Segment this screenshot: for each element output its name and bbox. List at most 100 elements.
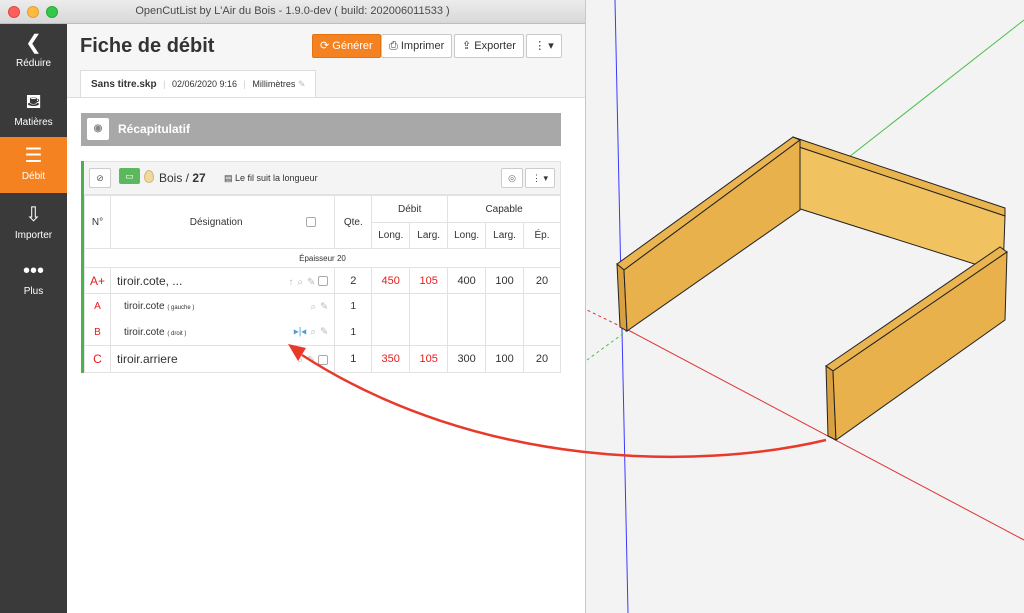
sidebar-item-label: Matières (14, 117, 53, 128)
edit-icon[interactable]: ✎ (307, 355, 315, 366)
import-icon: ⇩ (25, 204, 42, 226)
edit-icon[interactable]: ✎ (307, 277, 315, 288)
group-settings-button[interactable]: ◎ (501, 168, 523, 188)
row-checkbox[interactable] (318, 276, 329, 287)
pencil-icon[interactable]: ✎ (298, 79, 306, 89)
col-cut-length: Long. (371, 222, 411, 249)
group-thickness: 27 (192, 171, 206, 185)
tab-unit: Millimètres (252, 79, 296, 89)
export-label: Exporter (474, 40, 516, 52)
sidebar-item-plus[interactable]: ••• Plus (0, 252, 67, 308)
part-cut-width: 105 (409, 267, 449, 294)
part-qty: 2 (334, 267, 373, 294)
sidebar-item-label: Importer (14, 230, 53, 241)
edit-icon[interactable]: ✎ (320, 301, 328, 312)
sidebar-item-matieres[interactable]: ⛾ Matières (0, 83, 67, 139)
part-cut-length: 450 (371, 267, 411, 294)
printer-icon: ⎙ (389, 40, 401, 52)
col-thickness: Ép. (523, 222, 561, 249)
group-name: Bois / 27 (159, 171, 206, 185)
paint-bucket-icon: ⛾ (25, 91, 42, 113)
col-designation-label: Désignation (189, 216, 243, 228)
table-row[interactable]: A tiroir.cote ( gauche ) ⌕ ✎ 1 (84, 293, 561, 320)
material-color-swatch (144, 170, 154, 183)
sidebar-item-label: Débit (21, 171, 46, 182)
parts-table: N° Désignation Qte. Débit Capable Long. … (84, 195, 561, 373)
edit-icon[interactable]: ✎ (320, 327, 328, 338)
more-dots-icon: ••• (22, 260, 44, 282)
part-cut-length: 350 (371, 345, 411, 373)
grain-icon: ▤ (224, 173, 236, 183)
chevron-left-icon: ❮ (25, 32, 42, 54)
search-icon[interactable]: ⌕ (297, 277, 303, 288)
col-width: Larg. (485, 222, 525, 249)
eye-slash-icon[interactable]: ⊘ (89, 168, 111, 188)
search-icon[interactable]: ⌕ (310, 327, 316, 338)
mirror-icon[interactable]: ▸|◂ (294, 327, 307, 338)
window-title: OpenCutList by L'Air du Bois - 1.9.0-dev… (135, 5, 450, 17)
part-qty: 1 (334, 345, 373, 373)
select-all-checkbox[interactable] (305, 216, 316, 227)
header: Fiche de débit ⟳ Générer ⎙ Imprimer ⇪ Ex… (67, 24, 585, 98)
arrow-up-icon[interactable]: ↑ (288, 277, 293, 288)
col-cutting: Débit (371, 195, 449, 223)
sketchup-viewport[interactable] (586, 0, 1024, 613)
sidebar-item-debit[interactable]: ☰ Débit (0, 137, 67, 193)
table-row[interactable]: B tiroir.cote ( droit ) ▸|◂ ⌕ ✎ 1 (84, 319, 561, 346)
more-menu-button[interactable]: ⋮ ▾ (526, 34, 562, 58)
title-bar: OpenCutList by L'Air du Bois - 1.9.0-dev… (0, 0, 585, 24)
part-name: tiroir.arriere (116, 352, 178, 366)
col-finished: Capable (447, 195, 561, 223)
part-qty: 1 (334, 293, 373, 320)
part-thickness: 20 (523, 345, 561, 373)
generate-label: Générer (332, 40, 373, 52)
part-tag: ( droit ) (167, 330, 187, 337)
group-more-button[interactable]: ⋮ ▾ (525, 168, 555, 188)
grain-label: Le fil suit la longueur (235, 173, 318, 183)
col-number: N° (84, 195, 111, 249)
part-number: B (84, 319, 111, 346)
part-designation: tiroir.cote, ... ↑ ⌕ ✎ (109, 267, 336, 294)
export-button[interactable]: ⇪ Exporter (454, 34, 524, 58)
search-icon[interactable]: ⌕ (310, 301, 316, 312)
main-panel: Fiche de débit ⟳ Générer ⎙ Imprimer ⇪ Ex… (67, 24, 585, 613)
eye-icon[interactable]: ◉ (87, 118, 109, 140)
thickness-label: Épaisseur 20 (84, 248, 561, 268)
part-name: tiroir.cote (123, 326, 165, 338)
refresh-icon: ⟳ (320, 40, 333, 52)
part-designation: tiroir.cote ( droit ) ▸|◂ ⌕ ✎ (109, 319, 336, 346)
col-qty: Qte. (334, 195, 373, 249)
list-icon: ☰ (24, 145, 43, 167)
material-type-icon: ▭ (119, 168, 140, 184)
col-designation: Désignation (109, 195, 336, 249)
tab-document[interactable]: Sans titre.skp | 02/06/2020 9:16 | Milli… (80, 70, 317, 98)
part-designation: tiroir.arriere ⌕ ✎ (109, 345, 336, 373)
part-number: A+ (84, 267, 111, 294)
part-cut-width: 105 (409, 345, 449, 373)
part-length: 300 (447, 345, 487, 373)
material-group: ⊘ ▭ Bois / 27 ▤ Le fil suit la longueur … (81, 161, 561, 373)
part-designation: tiroir.cote ( gauche ) ⌕ ✎ (109, 293, 336, 320)
export-icon: ⇪ (462, 40, 475, 52)
part-qty: 1 (334, 319, 373, 346)
part-name: tiroir.cote, ... (116, 273, 183, 288)
group-material: Bois (159, 171, 183, 185)
row-checkbox[interactable] (318, 354, 329, 365)
summary-bar[interactable]: ◉ Récapitulatif (81, 113, 561, 146)
part-width: 100 (485, 345, 525, 373)
part-thickness: 20 (523, 267, 561, 294)
table-row[interactable]: A+ tiroir.cote, ... ↑ ⌕ ✎ 2 450 105 400 10… (84, 267, 561, 294)
print-label: Imprimer (400, 40, 445, 52)
app-window: OpenCutList by L'Air du Bois - 1.9.0-dev… (0, 0, 586, 613)
sidebar-item-reduire[interactable]: ❮ Réduire (0, 24, 67, 80)
part-number: A (84, 293, 111, 320)
part-number: C (84, 345, 111, 373)
col-length: Long. (447, 222, 487, 249)
print-button[interactable]: ⎙ Imprimer (381, 34, 453, 58)
content: ◉ Récapitulatif ⊘ ▭ Bois / 27 ▤ Le fil s… (67, 97, 585, 613)
search-icon[interactable]: ⌕ (297, 355, 303, 366)
table-row[interactable]: C tiroir.arriere ⌕ ✎ 1 350 105 300 100 20 (84, 345, 561, 373)
generate-button[interactable]: ⟳ Générer (312, 34, 381, 58)
sidebar-item-importer[interactable]: ⇩ Importer (0, 196, 67, 252)
sidebar-item-label: Réduire (15, 58, 52, 69)
